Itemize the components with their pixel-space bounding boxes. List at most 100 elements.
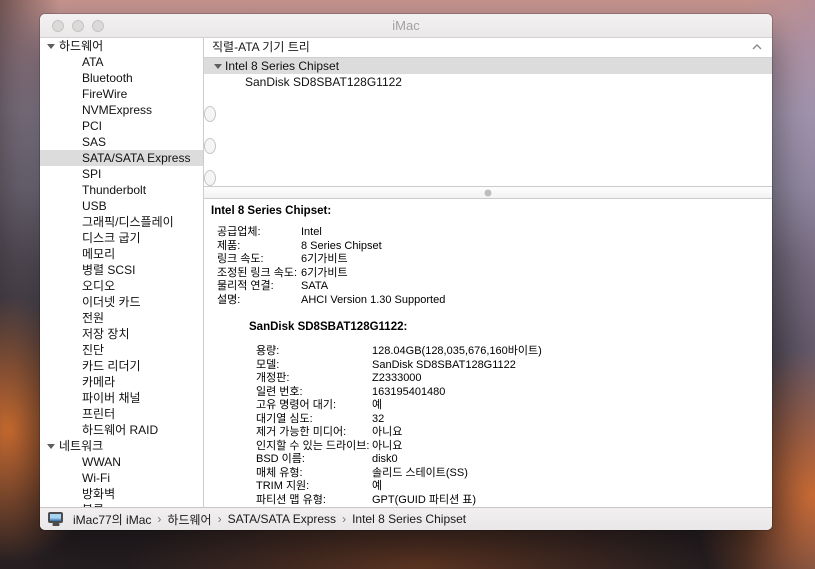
tree-row-empty [204,122,772,138]
disclosure-triangle-icon[interactable] [47,44,55,49]
sidebar-item-firewall[interactable]: 방화벽 [40,486,203,502]
sidebar-item-thunderbolt[interactable]: Thunderbolt [40,182,203,198]
field-value: 128.04GB(128,035,676,160바이트) [372,345,542,357]
detail-field: 일련 번호:163195401480 [204,386,772,400]
field-label: 조정된 링크 속도: [217,267,301,281]
sidebar-item-label: Wi-Fi [82,470,110,486]
field-label: 제거 가능한 미디어: [256,426,372,440]
sidebar-item-label: 디스크 굽기 [82,230,141,246]
detail-field: 물리적 연결:SATA [204,280,772,294]
device-tree: Intel 8 Series ChipsetSanDisk SD8SBAT128… [204,58,772,186]
sidebar-item-label: 전원 [82,310,104,326]
sidebar-item-nvmexpress[interactable]: NVMExpress [40,102,203,118]
sidebar-item-sata-sata-express[interactable]: SATA/SATA Express [40,150,203,166]
detail-field: 모델:SanDisk SD8SBAT128G1122 [204,359,772,373]
field-value: 예 [372,480,382,492]
sidebar-item-ata[interactable]: ATA [40,54,203,70]
sidebar-item-spi[interactable]: SPI [40,166,203,182]
desktop-wallpaper: iMac 하드웨어ATABluetoothFireWireNVMExpressP… [0,0,815,569]
field-label: 일련 번호: [256,386,372,400]
breadcrumb-item-0[interactable]: iMac77의 iMac [73,511,151,528]
detail-field: 파티션 맵 유형:GPT(GUID 파티션 표) [204,494,772,508]
tree-row-sandisk-sd8sbat128g1122[interactable]: SanDisk SD8SBAT128G1122 [204,74,772,90]
field-label: 용량: [256,345,372,359]
tree-row-intel-8-series-chipset[interactable]: Intel 8 Series Chipset [204,58,772,74]
sidebar-item-wwan[interactable]: WWAN [40,454,203,470]
sidebar-item-parallel-scsi[interactable]: 병렬 SCSI [40,262,203,278]
field-label: BSD 이름: [256,453,372,467]
field-value: 32 [372,413,384,425]
breadcrumb-item-3[interactable]: Intel 8 Series Chipset [352,512,466,526]
sidebar-item-disc-burning[interactable]: 디스크 굽기 [40,230,203,246]
sidebar-group-hardware[interactable]: 하드웨어 [40,38,203,54]
sidebar-item-memory[interactable]: 메모리 [40,246,203,262]
sort-ascending-icon [752,44,762,50]
field-label: 모델: [256,359,372,373]
sidebar-item-label: 그래픽/디스플레이 [82,214,174,230]
window-title: iMac [40,14,772,37]
field-label: 물리적 연결: [217,280,301,294]
window-titlebar[interactable]: iMac [40,14,772,38]
sidebar-item-sas[interactable]: SAS [40,134,203,150]
detail-field: 제품:8 Series Chipset [204,240,772,254]
sidebar-item-label: 프린터 [82,406,115,422]
disclosure-triangle-icon[interactable] [47,444,55,449]
sidebar-item-storage[interactable]: 저장 장치 [40,326,203,342]
tree-row-empty [204,154,772,170]
sidebar-item-printers[interactable]: 프린터 [40,406,203,422]
field-label: 설명: [217,294,301,308]
sidebar-item-camera[interactable]: 카메라 [40,374,203,390]
breadcrumb-item-2[interactable]: SATA/SATA Express [228,512,336,526]
sidebar-item-label: 진단 [82,342,104,358]
sidebar-item-firewire[interactable]: FireWire [40,86,203,102]
sidebar-item-label: NVMExpress [82,102,152,118]
detail-field: 대기열 심도:32 [204,413,772,427]
disclosure-triangle-icon[interactable] [214,64,222,69]
sidebar-item-graphics-displays[interactable]: 그래픽/디스플레이 [40,214,203,230]
field-value: AHCI Version 1.30 Supported [301,294,445,306]
sidebar-item-pci[interactable]: PCI [40,118,203,134]
device-tree-header-label: 직렬-ATA 기기 트리 [212,40,310,54]
panel-splitter[interactable] [204,186,772,199]
field-label: 공급업체: [217,226,301,240]
zoom-button[interactable] [92,20,104,32]
sidebar-item-bluetooth[interactable]: Bluetooth [40,70,203,86]
sidebar-item-ethernet-cards[interactable]: 이더넷 카드 [40,294,203,310]
close-button[interactable] [52,20,64,32]
details-fields: 공급업체:Intel제품:8 Series Chipset링크 속도:6기가비트… [204,226,772,307]
sidebar-item-power[interactable]: 전원 [40,310,203,326]
minimize-button[interactable] [72,20,84,32]
sidebar-group-label: 네트워크 [59,438,103,454]
field-label: 파티션 맵 유형: [256,494,372,508]
sidebar-item-label: PCI [82,118,102,134]
sidebar-item-label: 이더넷 카드 [82,294,141,310]
sidebar-item-label: 저장 장치 [82,326,130,342]
field-value: 6기가비트 [301,267,348,279]
sidebar-item-label: 카메라 [82,374,115,390]
detail-field: 제거 가능한 미디어:아니요 [204,426,772,440]
sidebar-item-card-reader[interactable]: 카드 리더기 [40,358,203,374]
sidebar-item-label: SAS [82,134,106,150]
field-label: 제품: [217,240,301,254]
sidebar-item-audio[interactable]: 오디오 [40,278,203,294]
field-value: 아니요 [372,440,402,452]
sidebar-item-hardware-raid[interactable]: 하드웨어 RAID [40,422,203,438]
sidebar-item-fibre-channel[interactable]: 파이버 채널 [40,390,203,406]
breadcrumb-separator: › [218,512,222,526]
device-tree-header[interactable]: 직렬-ATA 기기 트리 [204,38,772,58]
tree-row-label: Intel 8 Series Chipset [225,58,339,74]
detail-field: 용량:128.04GB(128,035,676,160바이트) [204,345,772,359]
sidebar-item-usb[interactable]: USB [40,198,203,214]
splitter-handle-icon [485,189,492,196]
sidebar-item-wi-fi[interactable]: Wi-Fi [40,470,203,486]
sidebar-group-network[interactable]: 네트워크 [40,438,203,454]
field-value: 8 Series Chipset [301,240,382,252]
sidebar-item-label: Thunderbolt [82,182,146,198]
sidebar-item-diagnostics[interactable]: 진단 [40,342,203,358]
field-value: disk0 [372,453,398,465]
tree-row-empty [204,170,216,186]
field-value: 아니요 [372,426,402,438]
field-label: TRIM 지원: [256,480,372,494]
detail-field: 고유 명령어 대기:예 [204,399,772,413]
breadcrumb-item-1[interactable]: 하드웨어 [167,511,211,528]
